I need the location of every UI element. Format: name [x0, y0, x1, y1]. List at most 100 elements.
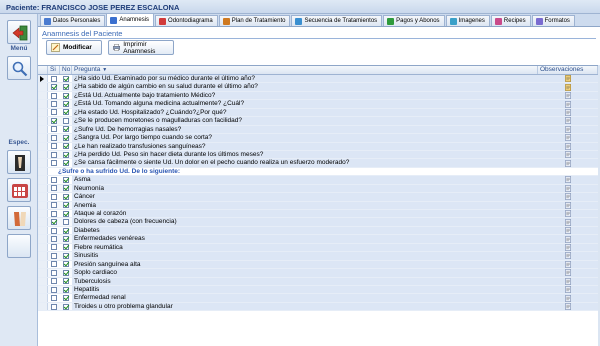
modify-button[interactable]: Modificar [46, 40, 102, 55]
no-checkbox[interactable] [63, 134, 69, 141]
si-checkbox[interactable] [51, 160, 57, 167]
si-checkbox[interactable] [51, 143, 57, 150]
si-checkbox[interactable] [51, 219, 57, 226]
no-checkbox[interactable] [63, 101, 69, 108]
column-no[interactable]: No [60, 66, 72, 74]
no-checkbox[interactable] [63, 143, 69, 150]
si-checkbox[interactable] [51, 109, 57, 116]
note-icon[interactable] [564, 193, 572, 201]
question-row[interactable]: Soplo cardiaco [38, 269, 598, 278]
note-icon[interactable] [564, 126, 572, 133]
tab-plan-de-tratamiento[interactable]: Plan de Tratamiento [218, 15, 291, 26]
observation-cell[interactable] [538, 226, 598, 235]
question-row[interactable]: Tuberculosis [38, 277, 598, 286]
question-row[interactable]: Enfermedades venéreas [38, 235, 598, 244]
no-checkbox[interactable] [63, 269, 69, 276]
no-checkbox[interactable] [63, 92, 69, 99]
note-icon[interactable] [564, 92, 572, 99]
observation-cell[interactable] [538, 117, 598, 125]
no-checkbox[interactable] [63, 227, 69, 234]
no-checkbox[interactable] [63, 151, 69, 158]
no-checkbox[interactable] [63, 278, 69, 285]
no-checkbox[interactable] [63, 109, 69, 116]
observation-cell[interactable] [538, 201, 598, 209]
question-row[interactable]: ¿Se le producen moretones o magulladuras… [38, 117, 598, 126]
back-button[interactable] [7, 20, 31, 44]
note-icon-alert[interactable] [564, 75, 572, 83]
si-checkbox[interactable] [51, 84, 57, 91]
observation-cell[interactable] [538, 277, 598, 285]
si-checkbox[interactable] [51, 295, 57, 302]
note-icon[interactable] [564, 252, 572, 260]
question-row[interactable]: ¿Ha sido Ud. Examinado por su médico dur… [38, 75, 598, 84]
no-checkbox[interactable] [63, 160, 69, 167]
si-checkbox[interactable] [51, 261, 57, 268]
observation-cell[interactable] [538, 294, 598, 302]
si-checkbox[interactable] [51, 117, 57, 124]
column-pregunta[interactable]: Pregunta ▼ [72, 66, 538, 74]
question-row[interactable]: Hepatitis [38, 285, 598, 295]
si-checkbox[interactable] [51, 75, 57, 82]
no-checkbox[interactable] [63, 219, 69, 226]
observation-cell[interactable] [538, 150, 598, 159]
note-icon[interactable] [564, 100, 572, 108]
no-checkbox[interactable] [63, 75, 69, 82]
observation-cell[interactable] [538, 83, 598, 91]
observation-cell[interactable] [538, 184, 598, 193]
note-icon[interactable] [564, 244, 572, 251]
observation-cell[interactable] [538, 142, 598, 150]
observation-cell[interactable] [538, 134, 598, 142]
tab-odontodiagrama[interactable]: Odontodiagrama [155, 15, 218, 26]
tab-formatos[interactable]: Formatos [531, 15, 575, 26]
si-checkbox[interactable] [51, 134, 57, 141]
question-row[interactable]: ¿Está Ud. Actualmente bajo tratamiento M… [38, 91, 598, 101]
question-row[interactable]: Enfermedad renal [38, 294, 598, 303]
si-checkbox[interactable] [51, 210, 57, 217]
si-checkbox[interactable] [51, 176, 57, 183]
spec-button-3[interactable] [7, 206, 31, 230]
question-row[interactable]: ¿Ha perdido Ud. Peso sin hacer dieta dur… [38, 150, 598, 160]
question-row[interactable]: ¿Ha sabido de algún cambio en su salud d… [38, 83, 598, 92]
si-checkbox[interactable] [51, 202, 57, 209]
no-checkbox[interactable] [63, 261, 69, 268]
print-anamnesis-button[interactable]: Imprimir Anamnesis [108, 40, 174, 55]
si-checkbox[interactable] [51, 227, 57, 234]
si-checkbox[interactable] [51, 278, 57, 285]
observation-cell[interactable] [538, 125, 598, 134]
observation-cell[interactable] [538, 176, 598, 184]
question-row[interactable]: Neumonía [38, 184, 598, 194]
si-checkbox[interactable] [51, 151, 57, 158]
no-checkbox[interactable] [63, 286, 69, 293]
note-icon[interactable] [564, 261, 572, 268]
observation-cell[interactable] [538, 193, 598, 201]
question-row[interactable]: ¿Sufre Ud. De hemorragias nasales? [38, 125, 598, 135]
no-checkbox[interactable] [63, 295, 69, 302]
note-icon[interactable] [564, 269, 572, 277]
si-checkbox[interactable] [51, 92, 57, 99]
no-checkbox[interactable] [63, 303, 69, 310]
question-row[interactable]: Presión sanguínea alta [38, 260, 598, 270]
note-icon[interactable] [564, 235, 572, 243]
question-row[interactable]: Asma [38, 176, 598, 185]
observation-cell[interactable] [538, 159, 598, 167]
observation-cell[interactable] [538, 218, 598, 226]
observation-cell[interactable] [538, 285, 598, 294]
anamnesis-grid[interactable]: Si No Pregunta ▼ Observaciones ¿Ha sido … [38, 65, 598, 346]
no-checkbox[interactable] [63, 84, 69, 91]
note-icon-alert[interactable] [564, 83, 572, 91]
question-row[interactable]: Tiroides u otro problema glandular [38, 302, 598, 312]
question-row[interactable]: Fiebre reumática [38, 243, 598, 253]
tab-pagos-y-abonos[interactable]: Pagos y Abonos [383, 15, 445, 26]
si-checkbox[interactable] [51, 286, 57, 293]
note-icon[interactable] [564, 142, 572, 150]
no-checkbox[interactable] [63, 193, 69, 200]
tab-recipes[interactable]: Recipes [490, 15, 531, 26]
question-row[interactable]: Sinusitis [38, 252, 598, 261]
column-si[interactable]: Si [48, 66, 60, 74]
note-icon[interactable] [564, 134, 572, 142]
question-row[interactable]: ¿Está Ud. Tomando alguna medicina actual… [38, 100, 598, 109]
note-icon[interactable] [564, 277, 572, 285]
observation-cell[interactable] [538, 235, 598, 243]
no-checkbox[interactable] [63, 176, 69, 183]
note-icon[interactable] [564, 303, 572, 310]
